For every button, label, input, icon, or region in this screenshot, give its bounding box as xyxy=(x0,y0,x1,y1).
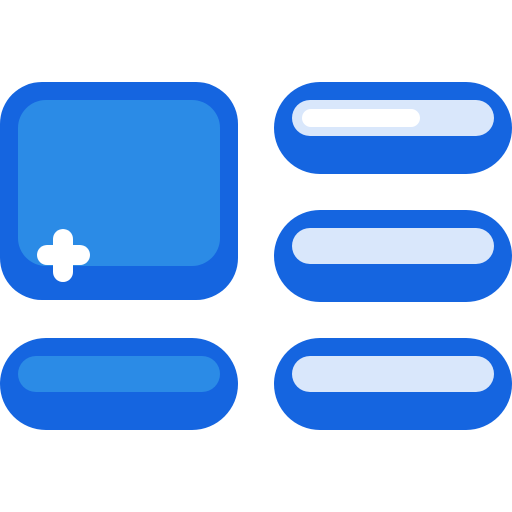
top-right-bar-highlight xyxy=(302,109,420,127)
middle-right-bar xyxy=(274,210,512,302)
bottom-right-bar xyxy=(274,338,512,430)
top-right-bar xyxy=(274,82,512,174)
layout-grid-icon xyxy=(0,82,512,430)
bottom-right-bar-fill xyxy=(292,356,494,392)
bottom-left-bar-fill xyxy=(18,356,220,392)
image-block xyxy=(0,82,238,300)
middle-right-bar-fill xyxy=(292,228,494,264)
image-block-fill xyxy=(18,100,220,266)
bottom-left-bar xyxy=(0,338,238,430)
layout-icon-canvas xyxy=(0,0,512,512)
